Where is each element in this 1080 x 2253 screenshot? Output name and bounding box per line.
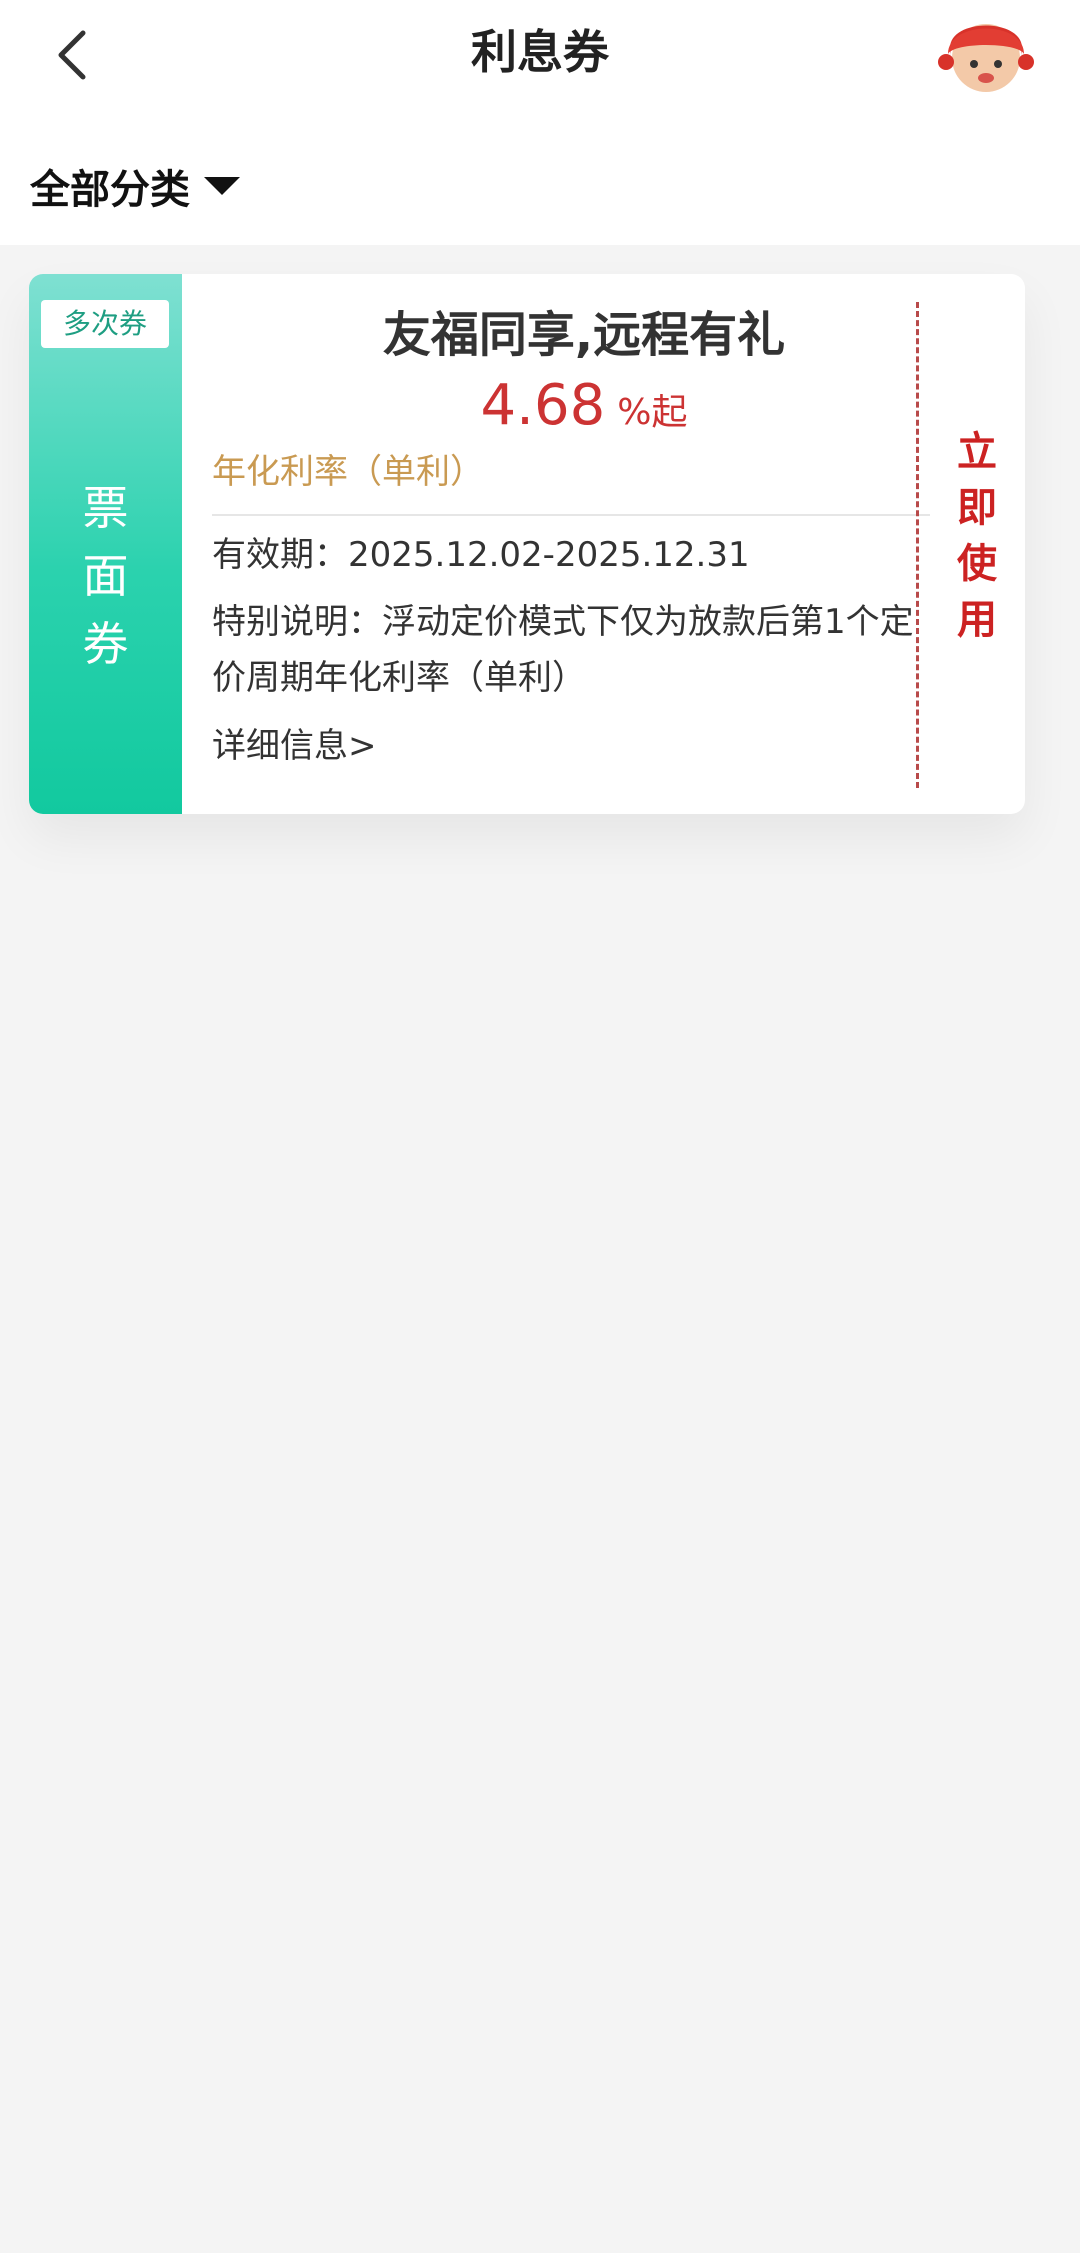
coupon-card[interactable]: 多次券 票 面 券 友福同享,远程有礼 4.68 %起 年化利率（单利） 有效期：… xyxy=(29,274,1025,814)
category-filter[interactable]: 全部分类 xyxy=(30,156,240,216)
use-now-char: 使 xyxy=(957,541,997,587)
rate-value: 4.68 xyxy=(480,373,606,438)
top-bar: 利息券 全部分类 xyxy=(0,0,1080,245)
coupon-side-char: 面 xyxy=(82,549,129,603)
use-now-button[interactable]: 立 即 使 用 xyxy=(929,424,1025,648)
use-now-char: 即 xyxy=(957,485,997,531)
rate-label: 年化利率（单利） xyxy=(212,452,484,492)
caret-down-icon xyxy=(204,177,240,195)
coupon-side-char: 券 xyxy=(82,617,129,671)
category-filter-label: 全部分类 xyxy=(30,167,190,213)
coupon-rate: 4.68 %起 xyxy=(209,374,959,451)
coupon-side-char: 票 xyxy=(82,481,129,535)
special-note: 特别说明：浮动定价模式下仅为放款后第1个定价周期年化利率（单利） xyxy=(212,602,914,698)
dashed-separator xyxy=(916,302,919,788)
coupon-title: 友福同享,远程有礼 xyxy=(382,307,786,363)
page-title: 利息券 xyxy=(471,25,609,79)
coupon-type-tag: 多次券 xyxy=(41,300,169,348)
rate-suffix: %起 xyxy=(617,392,688,433)
use-now-char: 立 xyxy=(957,429,997,475)
use-now-char: 用 xyxy=(957,597,997,643)
coupon-side-label: 票 面 券 xyxy=(29,474,182,678)
coupon-side-panel: 多次券 票 面 券 xyxy=(29,274,182,814)
mascot-avatar-icon[interactable] xyxy=(938,8,1034,98)
detail-link[interactable]: 详细信息> xyxy=(212,718,377,774)
validity-period: 有效期：2025.12.02-2025.12.31 xyxy=(212,535,750,575)
divider xyxy=(212,514,930,516)
